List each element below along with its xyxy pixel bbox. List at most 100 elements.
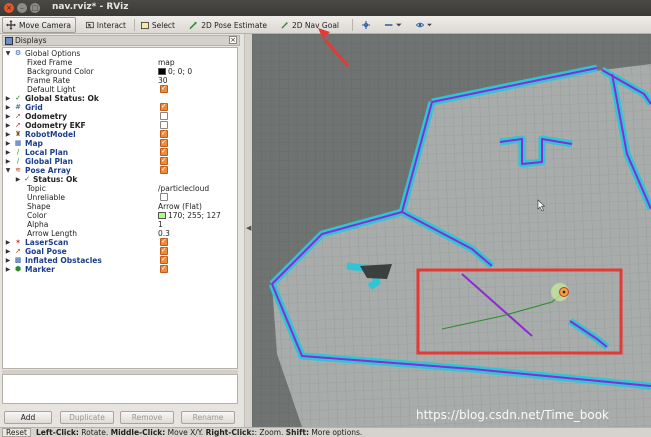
tree-row-goal-pose[interactable]: ▶ ➚ Goal Pose: [3, 246, 237, 256]
expand-icon[interactable]: ▶: [4, 238, 12, 247]
marker-icon: ⬢: [14, 265, 22, 273]
select-tool[interactable]: Select: [137, 17, 179, 33]
expand-icon[interactable]: ▶: [4, 103, 12, 112]
tree-row-map[interactable]: ▶ ▦ Map: [3, 138, 237, 148]
collapse-icon[interactable]: ▼: [4, 166, 12, 175]
checkbox[interactable]: [160, 165, 168, 174]
move-camera-tool[interactable]: Move Camera: [2, 17, 76, 33]
tree-value[interactable]: map: [158, 58, 175, 67]
tree-row-shape[interactable]: Shape Arrow (Flat): [3, 202, 237, 211]
tree-row-pose-array-status[interactable]: ▶ ✓ Status: Ok: [3, 175, 237, 184]
displays-tree[interactable]: ▼ ⚙ Global Options Fixed Frame map Backg…: [2, 47, 238, 369]
checkbox[interactable]: [160, 129, 168, 138]
chevron-left-icon: ◀: [246, 224, 252, 232]
expand-icon[interactable]: ▶: [4, 121, 12, 130]
grid-cells-icon: ▩: [14, 256, 22, 264]
gear-icon: ⚙: [14, 49, 22, 57]
tree-row-inflated-obstacles[interactable]: ▶ ▩ Inflated Obstacles: [3, 255, 237, 265]
tree-row-fixed-frame[interactable]: Fixed Frame map: [3, 58, 237, 67]
tree-label: Global Status: Ok: [25, 94, 99, 103]
close-icon[interactable]: ×: [4, 3, 14, 13]
interact-tool[interactable]: Interact: [82, 17, 130, 33]
checkbox[interactable]: [160, 156, 168, 165]
tree-row-topic[interactable]: Topic /particlecloud: [3, 184, 237, 193]
minimize-icon[interactable]: –: [17, 3, 27, 13]
reset-button[interactable]: Reset: [2, 428, 31, 437]
goal-center: [562, 290, 566, 294]
expand-icon[interactable]: ▶: [4, 148, 12, 157]
checkbox[interactable]: [160, 193, 168, 201]
tree-row-marker[interactable]: ▶ ⬢ Marker: [3, 264, 237, 274]
pose-estimate-tool[interactable]: 2D Pose Estimate: [185, 17, 271, 33]
tree-row-alpha[interactable]: Alpha 1: [3, 220, 237, 229]
remove-button[interactable]: Remove: [120, 411, 174, 424]
maximize-icon[interactable]: □: [30, 3, 40, 13]
expand-icon[interactable]: ▶: [4, 112, 12, 121]
tree-label: Status: Ok: [33, 175, 78, 184]
checkbox[interactable]: [160, 264, 168, 273]
map-canvas[interactable]: [252, 34, 651, 427]
expand-icon[interactable]: ▶: [4, 130, 12, 139]
tree-row-background-color[interactable]: Background Color 0; 0; 0: [3, 67, 237, 76]
color-swatch: [158, 212, 166, 219]
checkbox[interactable]: [160, 147, 168, 156]
tree-row-local-plan[interactable]: ▶ ∕ Local Plan: [3, 147, 237, 157]
checkbox[interactable]: [160, 102, 168, 111]
help-value: Move X/Y.: [165, 428, 206, 437]
tree-row-global-options[interactable]: ▼ ⚙ Global Options: [3, 49, 237, 58]
expand-icon[interactable]: ▶: [14, 175, 22, 184]
tree-row-grid[interactable]: ▶ # Grid: [3, 102, 237, 112]
add-tool-button[interactable]: [358, 17, 374, 33]
tree-row-odometry-ekf[interactable]: ▶ ➚ Odometry EKF: [3, 121, 237, 130]
grid-icon: #: [15, 103, 21, 111]
tree-label: Grid: [25, 103, 43, 112]
rename-button[interactable]: Rename: [181, 411, 235, 424]
checkbox[interactable]: [160, 237, 168, 246]
tree-row-arrow-length[interactable]: Arrow Length 0.3: [3, 229, 237, 238]
checkbox[interactable]: [160, 246, 168, 255]
select-label: Select: [151, 20, 175, 30]
tree-row-pose-array[interactable]: ▼ ≋ Pose Array: [3, 165, 237, 175]
expand-icon[interactable]: ▶: [4, 157, 12, 166]
checkbox[interactable]: [160, 138, 168, 147]
tree-row-color[interactable]: Color 170; 255; 127: [3, 211, 237, 220]
collapse-icon[interactable]: ▼: [4, 49, 12, 58]
status-bar: Reset Left-Click: Rotate. Middle-Click: …: [0, 427, 651, 437]
tree-row-global-status[interactable]: ▶ ✓ Global Status: Ok: [3, 94, 237, 103]
nav-goal-tool[interactable]: 2D Nav Goal: [277, 17, 343, 33]
checkbox[interactable]: [160, 84, 168, 93]
path-icon: ∕: [16, 148, 20, 156]
render-viewport[interactable]: [252, 34, 651, 427]
checkbox[interactable]: [160, 255, 168, 264]
rviz-window: × – □ nav.rviz* - RViz Move Camera Inter…: [0, 0, 651, 437]
panel-collapse-handle[interactable]: ◀: [244, 34, 252, 427]
tree-row-unreliable[interactable]: Unreliable: [3, 193, 237, 202]
tree-row-frame-rate[interactable]: Frame Rate 30: [3, 76, 237, 85]
description-area: [2, 374, 238, 404]
add-button[interactable]: Add: [4, 411, 52, 424]
checkbox[interactable]: [160, 112, 168, 120]
tree-value[interactable]: 170; 255; 127: [158, 211, 221, 220]
remove-tool-dropdown[interactable]: [380, 17, 406, 33]
expand-icon[interactable]: ▶: [4, 247, 12, 256]
expand-icon[interactable]: ▶: [4, 94, 12, 103]
expand-icon[interactable]: ▶: [4, 256, 12, 265]
tree-value[interactable]: /particlecloud: [158, 184, 209, 193]
tree-row-robotmodel[interactable]: ▶ ♜ RobotModel: [3, 129, 237, 139]
tree-value[interactable]: 0; 0; 0: [158, 67, 192, 76]
view-tool-dropdown[interactable]: [412, 17, 436, 33]
help-value: Rotate.: [78, 428, 111, 437]
close-panel-icon[interactable]: ×: [229, 36, 237, 44]
tree-row-laserscan[interactable]: ▶ ✶ LaserScan: [3, 237, 237, 247]
checkbox[interactable]: [160, 121, 168, 129]
tree-row-odometry[interactable]: ▶ ➚ Odometry: [3, 112, 237, 121]
expand-icon[interactable]: ▶: [4, 265, 12, 274]
duplicate-button[interactable]: Duplicate: [60, 411, 114, 424]
laserscan-icon: ✶: [15, 238, 21, 246]
annotation-arrowhead: [318, 28, 330, 39]
tree-value[interactable]: 1: [158, 220, 163, 229]
tree-row-global-plan[interactable]: ▶ ∕ Global Plan: [3, 156, 237, 166]
tree-value[interactable]: Arrow (Flat): [158, 202, 202, 211]
expand-icon[interactable]: ▶: [4, 139, 12, 148]
tree-row-default-light[interactable]: Default Light: [3, 84, 237, 94]
